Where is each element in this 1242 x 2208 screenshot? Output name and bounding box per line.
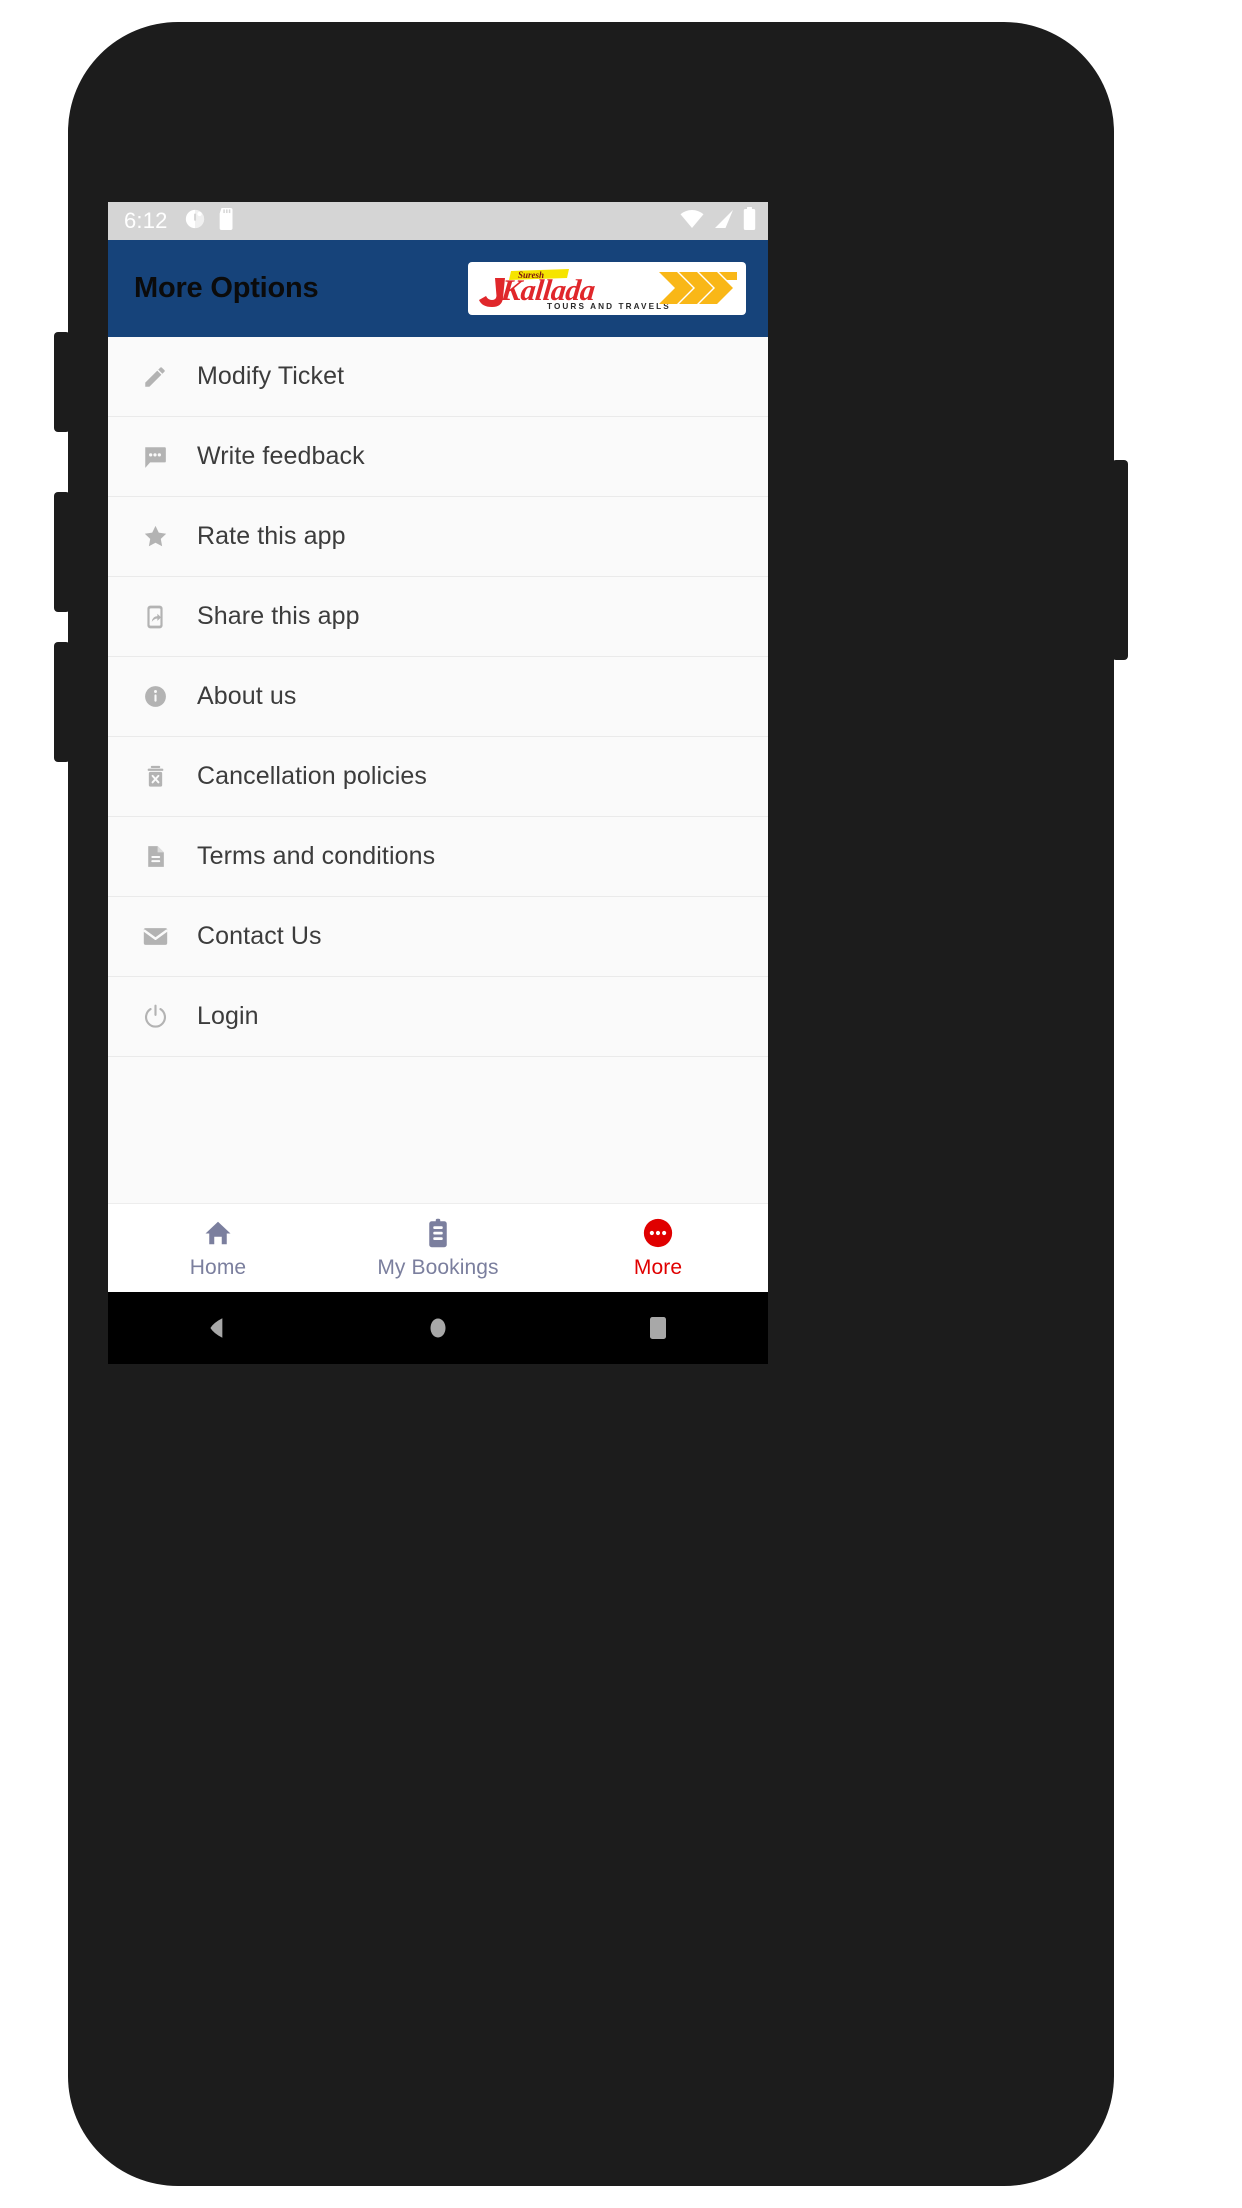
menu-item-label: Write feedback (197, 442, 365, 470)
menu-item-label: Cancellation policies (197, 762, 428, 790)
more-dots-icon (641, 1216, 675, 1250)
sd-card-icon (217, 207, 237, 235)
page-title: More Options (134, 272, 319, 304)
back-icon[interactable] (108, 1315, 328, 1341)
more-options-list: Modify Ticket Write feedback Rate this a… (108, 337, 768, 1203)
menu-item-rate-this-app[interactable]: Rate this app (108, 497, 768, 577)
android-navigation-bar (108, 1292, 768, 1364)
power-icon (138, 1000, 172, 1034)
menu-item-label: Terms and conditions (197, 842, 436, 870)
trash-x-icon (138, 760, 172, 794)
pencil-icon (138, 360, 172, 394)
home-icon (201, 1216, 235, 1250)
assistant-button[interactable] (54, 642, 70, 762)
nav-tab-label: More (633, 1256, 683, 1279)
nav-tab-my-bookings[interactable]: My Bookings (328, 1216, 548, 1280)
menu-item-cancellation-policies[interactable]: Cancellation policies (108, 737, 768, 817)
menu-item-label: Contact Us (197, 922, 322, 950)
chat-bubble-icon (138, 440, 172, 474)
cellular-signal-icon (713, 209, 734, 234)
clipboard-icon (421, 1216, 455, 1250)
volume-down-button[interactable] (54, 492, 70, 612)
battery-icon (743, 207, 756, 235)
status-bar: 6:12 (108, 202, 768, 240)
nav-tab-label: My Bookings (377, 1256, 499, 1279)
phone-share-icon (138, 600, 172, 634)
alarm-icon (184, 208, 206, 235)
bottom-navigation: Home My Bookings More (108, 1203, 768, 1292)
wifi-icon (680, 209, 704, 234)
nav-tab-label: Home (189, 1256, 247, 1279)
menu-item-contact-us[interactable]: Contact Us (108, 897, 768, 977)
status-time: 6:12 (124, 208, 168, 233)
status-left-icons (184, 207, 237, 235)
envelope-icon (138, 920, 172, 954)
menu-item-about-us[interactable]: About us (108, 657, 768, 737)
app-bar: More Options Suresh Kallada TOURS AND TR… (108, 240, 768, 337)
star-icon (138, 520, 172, 554)
menu-item-label: Login (197, 1002, 259, 1030)
menu-item-write-feedback[interactable]: Write feedback (108, 417, 768, 497)
volume-up-button[interactable] (54, 332, 70, 432)
status-right-icons (680, 207, 756, 235)
power-button[interactable] (1112, 460, 1128, 660)
info-circle-icon (138, 680, 172, 714)
nav-tab-more[interactable]: More (548, 1216, 768, 1280)
home-icon[interactable] (328, 1314, 548, 1342)
phone-screen: 6:12 More Options Suresh Kallada TOURS A… (108, 202, 768, 1364)
recents-icon[interactable] (548, 1315, 768, 1341)
menu-item-modify-ticket[interactable]: Modify Ticket (108, 337, 768, 417)
svg-text:TOURS AND TRAVELS: TOURS AND TRAVELS (547, 302, 671, 311)
menu-item-label: Modify Ticket (197, 362, 345, 390)
nav-tab-home[interactable]: Home (108, 1216, 328, 1280)
menu-item-label: About us (197, 682, 297, 710)
menu-item-share-this-app[interactable]: Share this app (108, 577, 768, 657)
document-icon (138, 840, 172, 874)
kallada-logo: Suresh Kallada TOURS AND TRAVELS (468, 262, 746, 315)
menu-item-terms-and-conditions[interactable]: Terms and conditions (108, 817, 768, 897)
menu-item-label: Share this app (197, 602, 360, 630)
menu-item-login[interactable]: Login (108, 977, 768, 1057)
menu-item-label: Rate this app (197, 522, 346, 550)
